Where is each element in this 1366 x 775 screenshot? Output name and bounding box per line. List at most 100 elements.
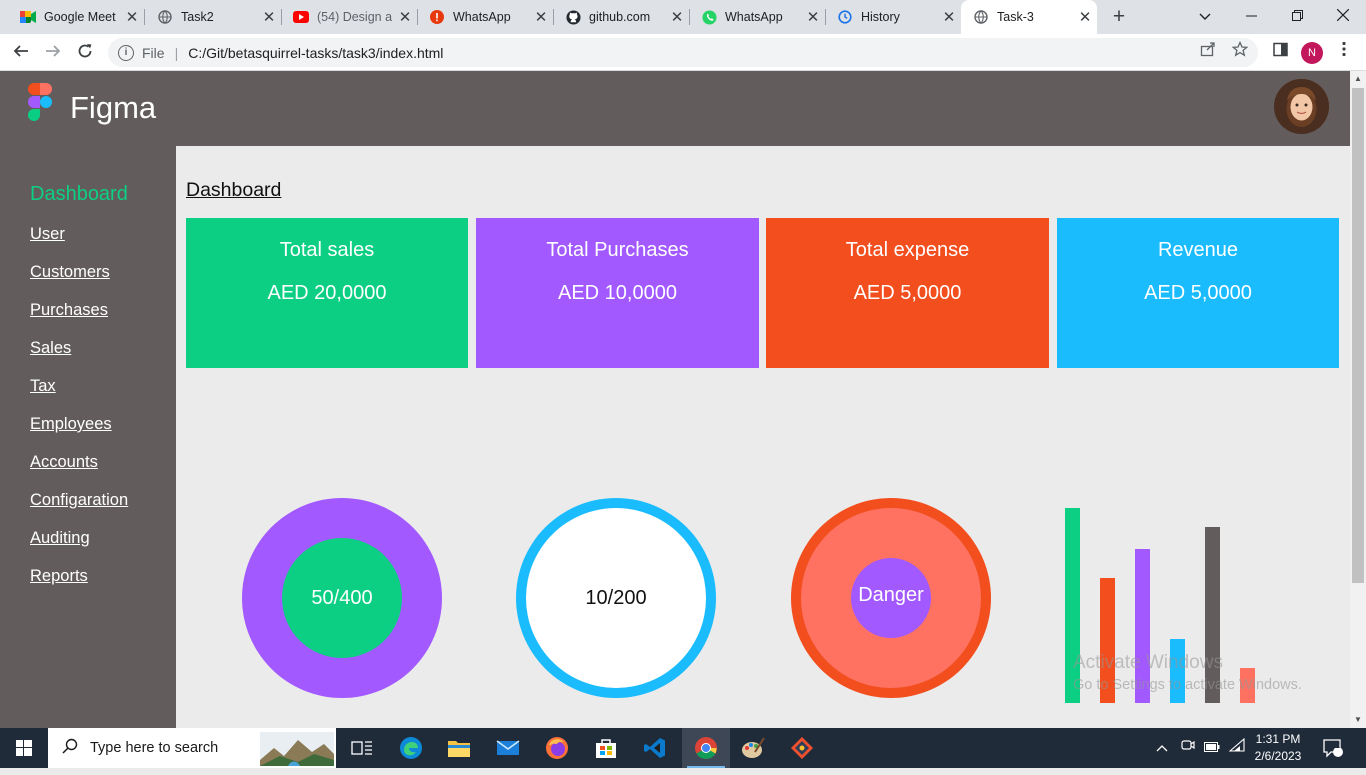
card-total-purchases: Total Purchases AED 10,0000 xyxy=(476,218,759,368)
kebab-menu-icon[interactable] xyxy=(1331,40,1357,66)
danger-ring: Danger xyxy=(791,498,991,698)
ring-label: 50/400 xyxy=(311,586,373,609)
page-title[interactable]: Dashboard xyxy=(186,179,281,202)
minimize-button[interactable] xyxy=(1228,0,1274,34)
tab-close-icon[interactable]: ✕ xyxy=(120,8,144,26)
search-highlight-image xyxy=(260,732,334,766)
tab-close-icon[interactable]: ✕ xyxy=(393,8,417,26)
sidebar: Dashboard User Customers Purchases Sales… xyxy=(0,146,176,728)
scheme-label: File xyxy=(142,44,165,61)
card-value: AED 5,0000 xyxy=(853,282,962,304)
new-tab-button[interactable]: + xyxy=(1106,4,1132,30)
sidebar-item-reports[interactable]: Reports xyxy=(30,567,88,586)
activate-windows-watermark: Activate Windows xyxy=(1073,652,1223,673)
notifications-icon[interactable]: 2 xyxy=(1322,728,1346,768)
store-icon[interactable] xyxy=(594,736,618,760)
sidebar-item-sales[interactable]: Sales xyxy=(30,339,71,358)
card-title: Total expense xyxy=(845,239,970,261)
firefox-icon[interactable] xyxy=(545,736,569,760)
windows-taskbar: Type here to search 1:31 PM 2/6/2023 2 xyxy=(0,728,1366,768)
history-icon xyxy=(837,9,853,25)
restore-button[interactable] xyxy=(1274,0,1320,34)
notification-icon xyxy=(429,9,445,25)
sidebar-item-user[interactable]: User xyxy=(30,225,65,244)
scroll-down-arrow-icon[interactable]: ▼ xyxy=(1350,712,1366,728)
tab-github[interactable]: github.com ✕ xyxy=(553,0,690,34)
tab-history[interactable]: History ✕ xyxy=(825,0,961,34)
divider: | xyxy=(174,44,179,61)
scroll-up-arrow-icon[interactable]: ▲ xyxy=(1350,71,1366,87)
progress-ring-sales: 50/400 xyxy=(242,498,442,698)
search-icon xyxy=(62,738,78,759)
sidebar-item-tax[interactable]: Tax xyxy=(30,377,56,396)
tab-title: Task-3 xyxy=(997,10,1034,24)
mail-icon[interactable] xyxy=(496,736,520,760)
tab-youtube-design[interactable]: (54) Design a ✕ xyxy=(281,0,418,34)
sidebar-item-purchases[interactable]: Purchases xyxy=(30,301,108,320)
google-meet-icon xyxy=(20,9,36,25)
tab-close-icon[interactable]: ✕ xyxy=(1073,8,1097,26)
paint-icon[interactable] xyxy=(741,736,765,760)
file-explorer-icon[interactable] xyxy=(447,736,471,760)
wifi-icon[interactable] xyxy=(1228,728,1247,768)
git-tool-icon[interactable] xyxy=(790,736,814,760)
show-hidden-icons-chevron-icon[interactable] xyxy=(1156,728,1174,768)
card-value: AED 20,0000 xyxy=(267,282,387,304)
windows-start-button[interactable] xyxy=(0,728,48,768)
reload-icon[interactable] xyxy=(72,40,98,66)
whatsapp-icon xyxy=(701,9,717,25)
battery-icon[interactable] xyxy=(1204,728,1222,768)
close-window-button[interactable] xyxy=(1320,0,1366,34)
chrome-icon[interactable] xyxy=(694,736,718,760)
tab-google-meet[interactable]: Google Meet ✕ xyxy=(8,0,145,34)
vscode-icon[interactable] xyxy=(643,736,667,760)
sidebar-item-configaration[interactable]: Configaration xyxy=(30,491,128,510)
tab-title: Google Meet xyxy=(44,10,116,24)
tab-close-icon[interactable]: ✕ xyxy=(257,8,281,26)
bookmark-star-icon[interactable] xyxy=(1228,38,1252,67)
sidebar-item-customers[interactable]: Customers xyxy=(30,263,110,282)
profile-avatar[interactable]: N xyxy=(1301,42,1323,64)
back-arrow-icon[interactable] xyxy=(8,40,34,66)
tab-close-icon[interactable]: ✕ xyxy=(801,8,825,26)
tab-close-icon[interactable]: ✕ xyxy=(937,8,961,26)
page-scrollbar[interactable]: ▲ ▼ xyxy=(1350,71,1366,728)
forward-arrow-icon[interactable] xyxy=(40,40,66,66)
tab-title: Task2 xyxy=(181,10,214,24)
sidebar-item-auditing[interactable]: Auditing xyxy=(30,529,90,548)
tab-task-3[interactable]: Task-3 ✕ xyxy=(961,0,1097,34)
info-icon[interactable]: i xyxy=(118,44,134,61)
address-bar[interactable]: i File | C:/Git/betasquirrel-tasks/task3… xyxy=(108,38,1258,67)
browser-toolbar: i File | C:/Git/betasquirrel-tasks/task3… xyxy=(0,34,1366,71)
tab-close-icon[interactable]: ✕ xyxy=(665,8,689,26)
figma-logo-icon xyxy=(28,83,52,135)
tab-search-chevron-icon[interactable] xyxy=(1182,0,1228,34)
scrollbar-thumb[interactable] xyxy=(1352,88,1364,583)
card-title: Revenue xyxy=(1157,239,1239,261)
globe-icon xyxy=(973,9,989,25)
meet-now-icon[interactable] xyxy=(1181,728,1199,768)
brand-title: Figma xyxy=(70,90,157,125)
tab-task2[interactable]: Task2 ✕ xyxy=(145,0,282,34)
edge-icon[interactable] xyxy=(399,736,423,760)
tab-whatsapp-1[interactable]: WhatsApp ✕ xyxy=(417,0,554,34)
progress-ring-purchases: 10/200 xyxy=(516,498,716,698)
user-avatar[interactable] xyxy=(1274,79,1329,134)
browser-tab-strip: Google Meet ✕ Task2 ✕ (54) Design a ✕ Wh… xyxy=(0,0,1366,34)
app-header: Figma xyxy=(0,71,1350,146)
tab-close-icon[interactable]: ✕ xyxy=(529,8,553,26)
side-panel-icon[interactable] xyxy=(1267,40,1293,66)
url-text[interactable]: C:/Git/betasquirrel-tasks/task3/index.ht… xyxy=(188,45,443,61)
youtube-icon xyxy=(293,9,309,25)
card-title: Total Purchases xyxy=(546,239,689,261)
sidebar-item-accounts[interactable]: Accounts xyxy=(30,453,98,472)
card-total-expense: Total expense AED 5,0000 xyxy=(766,218,1049,368)
tab-whatsapp-2[interactable]: WhatsApp ✕ xyxy=(689,0,826,34)
card-title: Total sales xyxy=(279,239,375,261)
taskbar-search-box[interactable]: Type here to search xyxy=(48,728,336,768)
system-clock[interactable]: 1:31 PM 2/6/2023 xyxy=(1252,731,1304,765)
share-icon[interactable] xyxy=(1196,38,1220,67)
sidebar-title[interactable]: Dashboard xyxy=(30,183,128,206)
sidebar-item-employees[interactable]: Employees xyxy=(30,415,112,434)
task-view-icon[interactable] xyxy=(350,736,374,760)
